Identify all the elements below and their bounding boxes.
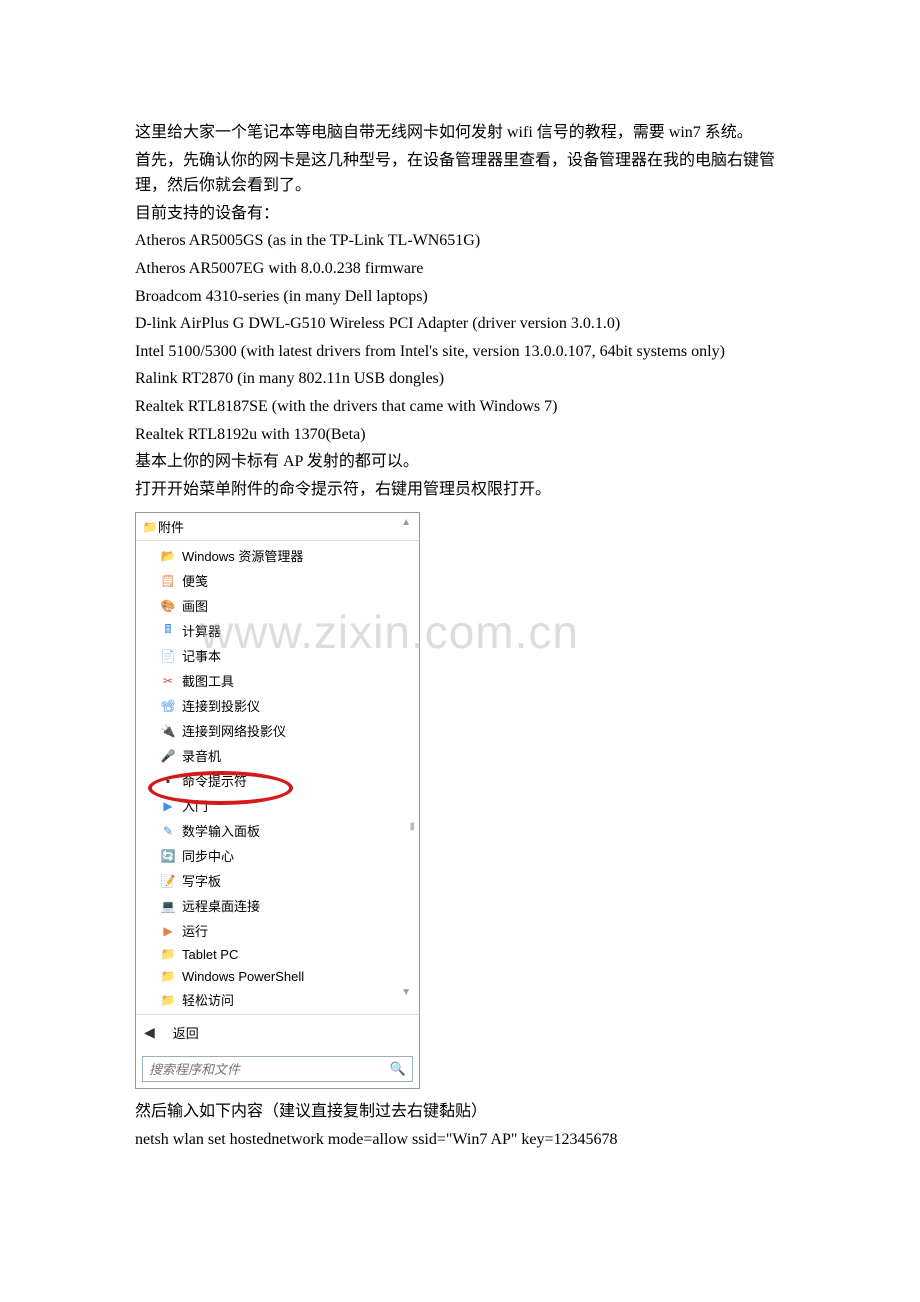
sync-icon: 🔄 (160, 848, 176, 864)
run-icon: ▶ (160, 923, 176, 939)
menu-item-snipping[interactable]: ✂ 截图工具 (156, 668, 419, 693)
cmd-icon: ▪ (160, 773, 176, 789)
explorer-icon: 📂 (160, 548, 176, 564)
device-line: Realtek RTL8187SE (with the drivers that… (135, 394, 785, 420)
menu-item-label: Windows 资源管理器 (182, 546, 303, 565)
stickynotes-icon: 🗒 (160, 573, 176, 589)
paragraph: 打开开始菜单附件的命令提示符，右键用管理员权限打开。 (135, 477, 785, 503)
folder-label: 附件 (158, 517, 184, 536)
device-line: Intel 5100/5300 (with latest drivers fro… (135, 339, 785, 365)
menu-item-label: 运行 (182, 921, 208, 940)
search-icon: 🔍 (390, 1061, 406, 1077)
menu-item-calculator[interactable]: 🖩 计算器 (156, 618, 419, 643)
menu-item-label: 计算器 (182, 621, 221, 640)
device-line: D-link AirPlus G DWL-G510 Wireless PCI A… (135, 311, 785, 337)
networkprojector-icon: 🔌 (160, 723, 176, 739)
startmenu-screenshot: 📁 附件 ▲ 📂 Windows 资源管理器 🗒 便笺 🎨 画图 🖩 计算器 (135, 512, 420, 1089)
notepad-icon: 📄 (160, 648, 176, 664)
paint-icon: 🎨 (160, 598, 176, 614)
menu-item-mathinput[interactable]: ✎ 数学输入面板 (156, 818, 419, 843)
search-box[interactable]: 🔍 (142, 1056, 413, 1082)
menu-item-label: 便笺 (182, 571, 208, 590)
folder-icon: 📁 (160, 968, 176, 984)
menu-item-label: 同步中心 (182, 846, 234, 865)
wordpad-icon: 📝 (160, 873, 176, 889)
folder-icon: 📁 (160, 946, 176, 962)
menu-item-paint[interactable]: 🎨 画图 (156, 593, 419, 618)
menu-item-easeofaccess[interactable]: 📁 轻松访问 (156, 987, 419, 1012)
remotedesktop-icon: 💻 (160, 898, 176, 914)
menu-item-tabletpc[interactable]: 📁 Tablet PC (156, 943, 419, 965)
menu-item-label: 写字板 (182, 871, 221, 890)
menu-item-label: 录音机 (182, 746, 221, 765)
menu-item-label: 轻松访问 (182, 990, 234, 1009)
menu-item-explorer[interactable]: 📂 Windows 资源管理器 (156, 543, 419, 568)
projector-icon: 📽 (160, 698, 176, 714)
back-arrow-icon: ◀ (144, 1024, 155, 1041)
menu-item-label: 数学输入面板 (182, 821, 260, 840)
scroll-indicator-icon: ▮ (409, 821, 415, 832)
menu-item-powershell[interactable]: 📁 Windows PowerShell (156, 965, 419, 987)
menu-item-stickynotes[interactable]: 🗒 便笺 (156, 568, 419, 593)
menu-list: 📂 Windows 资源管理器 🗒 便笺 🎨 画图 🖩 计算器 📄 记事本 ✂ (136, 541, 419, 1014)
accessories-folder-header[interactable]: 📁 附件 ▲ (136, 513, 419, 541)
menu-item-label: 命令提示符 (182, 771, 247, 790)
paragraph: 基本上你的网卡标有 AP 发射的都可以。 (135, 449, 785, 475)
mathinput-icon: ✎ (160, 823, 176, 839)
menu-item-label: 记事本 (182, 646, 221, 665)
code-line: netsh wlan set hostednetwork mode=allow … (135, 1127, 785, 1153)
menu-item-label: 画图 (182, 596, 208, 615)
device-line: Atheros AR5007EG with 8.0.0.238 firmware (135, 256, 785, 282)
paragraph: 然后输入如下内容（建议直接复制过去右键黏贴） (135, 1099, 785, 1125)
menu-item-label: 截图工具 (182, 671, 234, 690)
menu-item-label: 连接到投影仪 (182, 696, 260, 715)
menu-item-recorder[interactable]: 🎤 录音机 (156, 743, 419, 768)
gettingstarted-icon: ▶ (160, 798, 176, 814)
menu-item-gettingstarted[interactable]: ▶ 入门 (156, 793, 419, 818)
folder-icon: 📁 (142, 519, 158, 535)
chevron-down-icon: ▼ (401, 987, 411, 998)
folder-icon: 📁 (160, 992, 176, 1008)
menu-item-label: Windows PowerShell (182, 969, 304, 984)
menu-item-label: Tablet PC (182, 947, 238, 962)
menu-item-wordpad[interactable]: 📝 写字板 (156, 868, 419, 893)
device-line: Atheros AR5005GS (as in the TP-Link TL-W… (135, 228, 785, 254)
menu-item-projector[interactable]: 📽 连接到投影仪 (156, 693, 419, 718)
chevron-up-icon: ▲ (401, 517, 411, 528)
microphone-icon: 🎤 (160, 748, 176, 764)
device-line: Realtek RTL8192u with 1370(Beta) (135, 422, 785, 448)
scissors-icon: ✂ (160, 673, 176, 689)
menu-item-networkprojector[interactable]: 🔌 连接到网络投影仪 (156, 718, 419, 743)
menu-item-notepad[interactable]: 📄 记事本 (156, 643, 419, 668)
calculator-icon: 🖩 (160, 623, 176, 639)
back-button[interactable]: ◀ 返回 (136, 1014, 419, 1050)
menu-item-label: 连接到网络投影仪 (182, 721, 286, 740)
menu-item-cmd[interactable]: ▪ 命令提示符 (156, 768, 419, 793)
paragraph: 首先，先确认你的网卡是这几种型号，在设备管理器里查看，设备管理器在我的电脑右键管… (135, 148, 785, 199)
menu-item-run[interactable]: ▶ 运行 (156, 918, 419, 943)
paragraph: 这里给大家一个笔记本等电脑自带无线网卡如何发射 wifi 信号的教程，需要 wi… (135, 120, 785, 146)
search-input[interactable] (149, 1062, 390, 1077)
menu-item-label: 远程桌面连接 (182, 896, 260, 915)
menu-item-synccenter[interactable]: 🔄 同步中心 (156, 843, 419, 868)
device-line: Broadcom 4310-series (in many Dell lapto… (135, 284, 785, 310)
back-label: 返回 (173, 1023, 199, 1042)
menu-item-remotedesktop[interactable]: 💻 远程桌面连接 (156, 893, 419, 918)
menu-item-label: 入门 (182, 796, 208, 815)
paragraph: 目前支持的设备有： (135, 201, 785, 227)
device-line: Ralink RT2870 (in many 802.11n USB dongl… (135, 366, 785, 392)
